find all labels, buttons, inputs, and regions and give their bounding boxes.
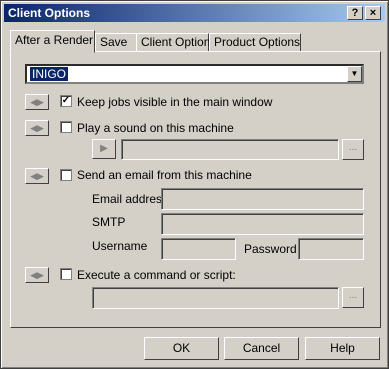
keep-jobs-toggle-button[interactable]: ◀▶ <box>25 94 49 110</box>
play-icon[interactable]: ▶ <box>92 139 116 159</box>
tab-save[interactable]: Save <box>95 33 137 52</box>
tab-product-options[interactable]: Product Options <box>209 33 301 52</box>
password-field[interactable] <box>298 238 364 260</box>
execute-toggle-button[interactable]: ◀▶ <box>25 267 49 283</box>
cancel-button[interactable]: Cancel <box>224 337 299 360</box>
execute-checkbox[interactable] <box>60 268 72 280</box>
play-sound-checkbox[interactable] <box>60 121 72 133</box>
email-address-label: Email address <box>92 192 169 206</box>
help-title-button[interactable]: ? <box>347 6 363 20</box>
execute-label: Execute a command or script: <box>77 268 236 282</box>
smtp-label: SMTP <box>92 215 126 229</box>
username-label: Username <box>92 239 148 253</box>
play-sound-label: Play a sound on this machine <box>77 121 234 135</box>
client-options-dialog: Client Options ? × After a Render Save C… <box>0 0 389 369</box>
command-browse-button[interactable]: ... <box>342 287 364 308</box>
sound-file-field[interactable] <box>121 139 339 160</box>
ok-button[interactable]: OK <box>144 337 219 360</box>
tab-client-options[interactable]: Client Options <box>136 33 216 52</box>
tab-after-a-render[interactable]: After a Render <box>10 30 95 53</box>
title-bar: Client Options ? × <box>4 4 385 22</box>
username-field[interactable] <box>161 238 236 260</box>
client-select-value: INIGO <box>30 67 69 81</box>
command-field[interactable] <box>92 287 339 309</box>
play-sound-toggle-button[interactable]: ◀▶ <box>25 120 49 136</box>
client-select[interactable]: INIGO ▼ <box>25 64 364 84</box>
email-address-field[interactable] <box>161 188 364 210</box>
send-email-toggle-button[interactable]: ◀▶ <box>25 168 49 184</box>
smtp-field[interactable] <box>161 213 364 235</box>
keep-jobs-label: Keep jobs visible in the main window <box>77 95 273 109</box>
close-title-button[interactable]: × <box>365 6 381 20</box>
password-label: Password <box>244 242 297 256</box>
send-email-checkbox[interactable] <box>60 169 72 181</box>
send-email-label: Send an email from this machine <box>77 168 252 182</box>
keep-jobs-checkbox[interactable]: ✓ <box>60 95 72 107</box>
sound-browse-button[interactable]: ... <box>342 139 364 160</box>
chevron-down-icon[interactable]: ▼ <box>347 66 362 82</box>
help-button[interactable]: Help <box>305 337 380 360</box>
window-title: Client Options <box>8 6 90 20</box>
